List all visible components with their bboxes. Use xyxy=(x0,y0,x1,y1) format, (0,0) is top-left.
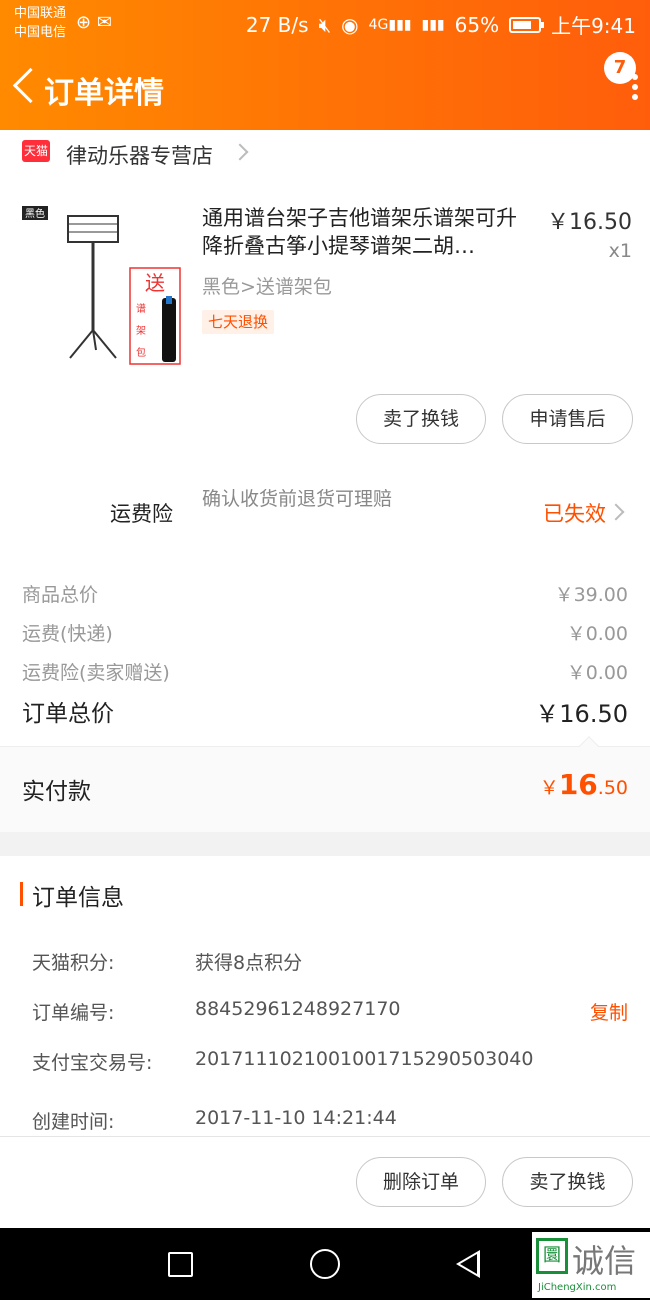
carrier-1: 中国联通 xyxy=(14,6,67,21)
mute-icon: 🔇︎ xyxy=(318,12,332,37)
info-key: 支付宝交易号: xyxy=(32,1052,153,1074)
image-color-label: 黑色 xyxy=(25,207,45,220)
order-detail-screen: 中国联通 中国电信 ⊕ ✉ 27 B/s 🔇︎ ◉ 4G▮▮▮ ▮▮▮ 65% … xyxy=(0,0,650,1300)
product-sku: 黑色>送谱架包 xyxy=(202,276,332,298)
product-title[interactable]: 通用谱台架子吉他谱架乐谱架可升降折叠古筝小提琴谱架二胡… xyxy=(202,204,532,260)
info-key: 创建时间: xyxy=(32,1111,115,1133)
section-accent-bar xyxy=(20,882,23,906)
signal-icon-2: ▮▮▮ xyxy=(421,16,445,33)
watermark-sub: JiChengXin.com xyxy=(538,1282,617,1293)
signal-icon: 4G▮▮▮ xyxy=(368,16,412,33)
paid-currency: ￥ xyxy=(539,777,559,799)
insurance-label: 运费险 xyxy=(110,502,173,526)
carrier-info: 中国联通 中国电信 xyxy=(14,4,66,42)
watermark-text: 诚信 xyxy=(572,1242,637,1280)
summary-row-insurance: 运费险(卖家赠送) ￥0.00 xyxy=(22,658,628,685)
product-image[interactable]: 黑色 送 谱 架 包 xyxy=(22,200,184,368)
insurance-status[interactable]: 已失效 xyxy=(543,498,606,528)
summary-value: ￥39.00 xyxy=(554,584,628,606)
tmall-icon: 天猫 xyxy=(22,140,50,162)
svg-text:谱: 谱 xyxy=(136,302,146,315)
summary-row-shipping: 运费(快递) ￥0.00 xyxy=(22,619,628,646)
summary-row-goods: 商品总价 ￥39.00 xyxy=(22,580,628,607)
watermark-box: 圜 xyxy=(536,1238,568,1274)
info-value: 获得8点积分 xyxy=(195,952,303,974)
image-gift-label: 送 xyxy=(145,271,165,295)
product-price: ￥16.50 xyxy=(547,210,632,235)
carrier-2: 中国电信 xyxy=(14,25,67,40)
more-options-icon[interactable] xyxy=(632,74,638,104)
svg-text:包: 包 xyxy=(136,346,146,359)
paid-integer: 16 xyxy=(558,768,598,801)
eye-icon: ◉ xyxy=(341,12,359,37)
summary-value: ￥0.00 xyxy=(566,662,628,684)
info-key: 订单编号: xyxy=(32,1002,115,1024)
paid-value: ￥16.50 xyxy=(540,768,628,801)
watermark-logo: 圜 诚信 JiChengXin.com xyxy=(532,1232,650,1298)
recent-apps-icon[interactable] xyxy=(168,1252,193,1277)
system-nav-bar: 圜 诚信 JiChengXin.com xyxy=(0,1228,650,1300)
svg-text:架: 架 xyxy=(136,325,146,337)
order-info-title: 订单信息 xyxy=(32,885,124,911)
nav-bar: 订单详情 7 xyxy=(0,46,650,130)
clock: 上午9:41 xyxy=(551,14,636,38)
info-value: 2017-11-10 14:21:44 xyxy=(195,1107,397,1129)
after-sale-button[interactable]: 申请售后 xyxy=(502,394,633,444)
battery-percent: 65% xyxy=(454,12,500,37)
info-key: 天猫积分: xyxy=(32,952,115,974)
store-name[interactable]: 律动乐器专营店 xyxy=(66,140,213,170)
status-right: 27 B/s 🔇︎ ◉ 4G▮▮▮ ▮▮▮ 65% 上午9:41 xyxy=(246,10,636,39)
battery-icon xyxy=(509,16,545,33)
wechat-icon: ✉ xyxy=(96,12,112,33)
net-speed: 27 B/s xyxy=(245,12,309,37)
summary-label: 运费(快递) xyxy=(22,623,113,645)
info-value: 2017111021001001715290503040 xyxy=(195,1048,534,1070)
footer-sell-button[interactable]: 卖了换钱 xyxy=(502,1157,633,1207)
return-policy-tag: 七天退换 xyxy=(202,310,275,334)
page-title: 订单详情 xyxy=(44,76,164,111)
summary-value: ￥0.00 xyxy=(566,623,628,645)
product-quantity: x1 xyxy=(608,240,632,262)
paid-label: 实付款 xyxy=(22,779,91,805)
back-arrow-icon[interactable] xyxy=(8,64,40,108)
info-value: 88452961248927170 xyxy=(195,998,401,1020)
sell-button[interactable]: 卖了换钱 xyxy=(356,394,486,444)
notification-icons: ⊕ ✉ xyxy=(76,12,112,33)
order-total-label: 订单总价 xyxy=(22,701,114,727)
order-total-value: ￥16.50 xyxy=(535,700,628,728)
summary-label: 运费险(卖家赠送) xyxy=(22,662,170,684)
system-back-icon[interactable] xyxy=(456,1250,480,1278)
insurance-description: 确认收货前退货可理赔 xyxy=(202,488,393,510)
order-total-row: 订单总价 ￥16.50 xyxy=(22,694,628,728)
copy-button[interactable]: 复制 xyxy=(590,998,628,1025)
globe-icon: ⊕ xyxy=(76,12,92,33)
paid-decimal: .50 xyxy=(597,777,628,799)
delete-order-button[interactable]: 删除订单 xyxy=(356,1157,486,1207)
header: 中国联通 中国电信 ⊕ ✉ 27 B/s 🔇︎ ◉ 4G▮▮▮ ▮▮▮ 65% … xyxy=(0,0,650,130)
status-bar: 中国联通 中国电信 ⊕ ✉ 27 B/s 🔇︎ ◉ 4G▮▮▮ ▮▮▮ 65% … xyxy=(0,0,650,46)
home-icon[interactable] xyxy=(310,1249,340,1279)
summary-label: 商品总价 xyxy=(22,584,99,606)
